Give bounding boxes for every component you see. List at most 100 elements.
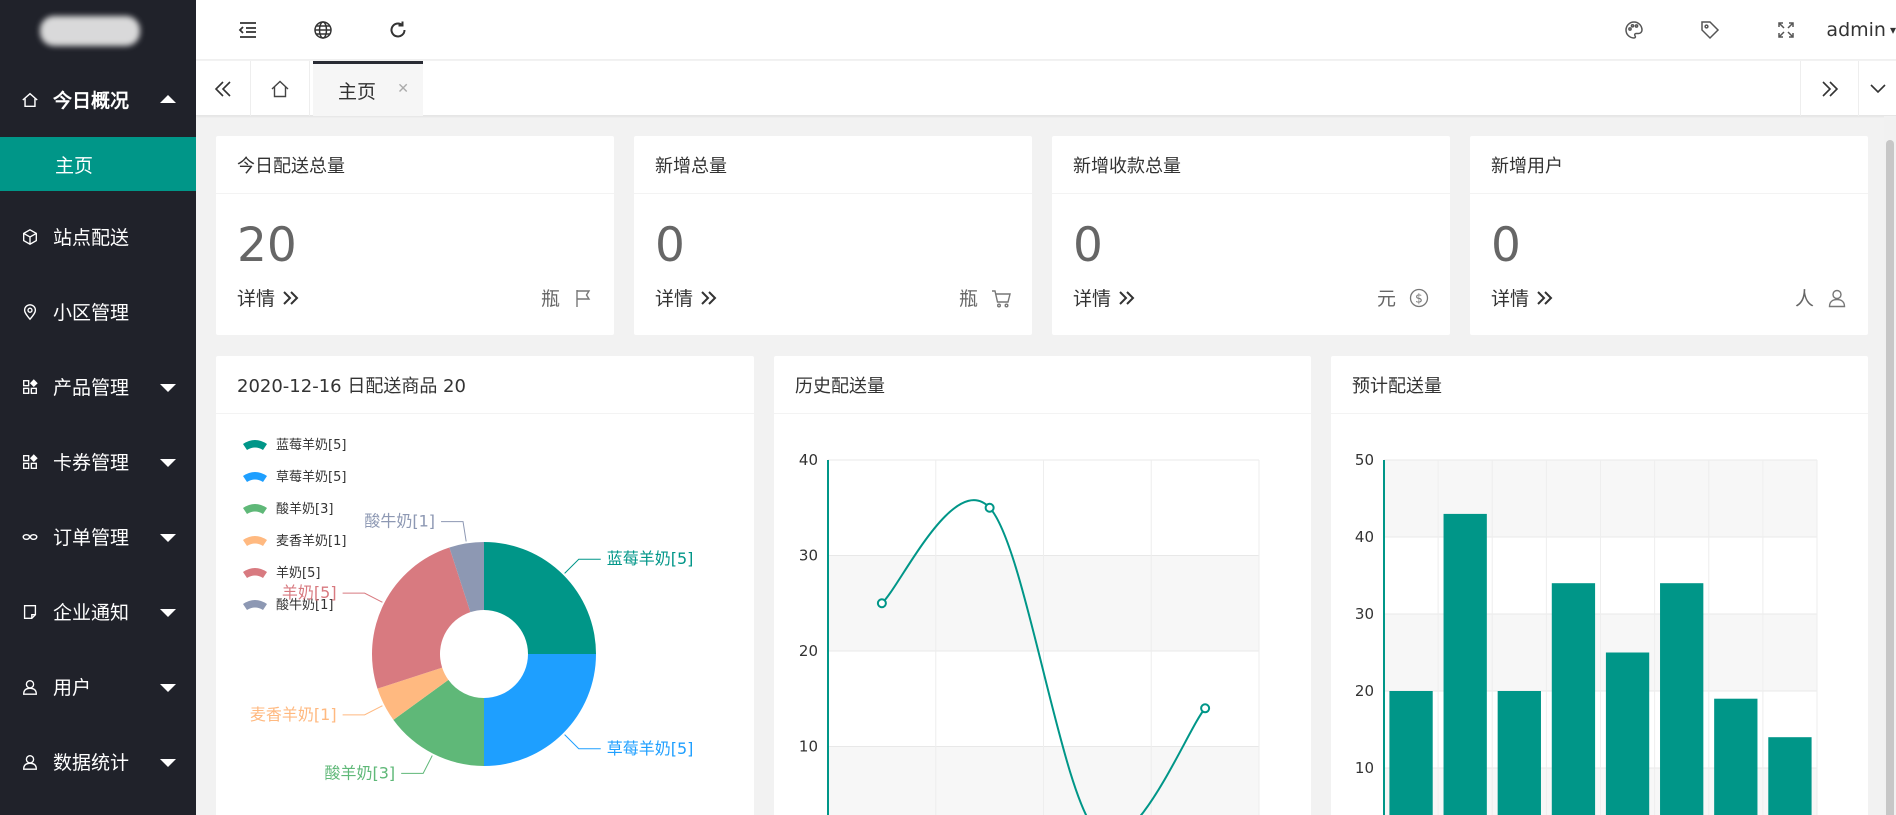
home-icon <box>21 91 39 109</box>
caret-down-icon: ▾ <box>1889 23 1896 37</box>
user-icon <box>21 678 39 696</box>
stat-card-payments: 新增收款总量 0 详情 元 $ <box>1052 136 1450 335</box>
legend-label: 麦香羊奶[1] <box>276 533 346 549</box>
legend-swatch <box>243 536 267 546</box>
palette-icon <box>1625 21 1643 39</box>
double-chevron-right-icon <box>1119 290 1135 305</box>
slice-label: 羊奶[5] <box>282 583 337 602</box>
sidebar-item-home[interactable]: 主页 <box>0 137 196 191</box>
tabs-bar: 主页 ✕ <box>196 61 1896 116</box>
caret-down-icon <box>160 758 176 767</box>
legend-swatch <box>243 472 267 482</box>
tabs-scroll-left-button[interactable] <box>196 61 250 116</box>
app-grid-icon <box>21 378 39 396</box>
sidebar-item-orders[interactable]: 订单管理 <box>0 499 196 574</box>
label-leader <box>441 521 467 542</box>
data-point <box>1200 703 1211 714</box>
legend-item: 羊奶[5] <box>243 565 320 581</box>
double-chevron-right-icon <box>1821 80 1838 97</box>
double-chevron-right-icon <box>283 290 299 305</box>
sidebar-item-label: 用户 <box>53 677 92 699</box>
legend-item: 酸羊奶[3] <box>243 501 333 517</box>
sidebar-item-notices[interactable]: 企业通知 <box>0 574 196 649</box>
logo[interactable] <box>0 0 196 62</box>
legend-label: 酸羊奶[3] <box>276 501 333 517</box>
stat-unit: 瓶 <box>959 284 1012 311</box>
refresh-icon <box>390 21 406 38</box>
detail-label: 详情 <box>237 288 276 310</box>
tag-icon <box>1701 21 1720 40</box>
sidebar-item-label: 今日概况 <box>53 90 130 112</box>
tag-button[interactable] <box>1680 0 1740 60</box>
bar <box>1768 737 1812 815</box>
slice-label: 草莓羊奶[5] <box>607 739 694 758</box>
caret-up-icon <box>160 94 176 103</box>
website-button[interactable] <box>293 0 353 60</box>
tab-home-icon[interactable] <box>250 61 310 116</box>
tab-label: 主页 <box>337 80 376 103</box>
stat-unit: 瓶 <box>541 284 594 311</box>
card-title: 新增总量 <box>634 136 1032 194</box>
y-tick-label: 10 <box>1355 759 1374 777</box>
sidebar-item-community[interactable]: 小区管理 <box>0 274 196 349</box>
card-title: 新增收款总量 <box>1052 136 1450 194</box>
location-icon <box>21 303 39 321</box>
close-icon[interactable]: ✕ <box>397 81 409 97</box>
caret-down-icon <box>160 608 176 617</box>
y-tick-label: 30 <box>799 547 818 565</box>
label-leader <box>342 705 383 716</box>
scrollbar-thumb[interactable] <box>1886 140 1894 815</box>
label-leader <box>564 558 601 574</box>
collapse-menu-button[interactable] <box>218 0 278 60</box>
theme-button[interactable] <box>1604 0 1664 60</box>
card-title: 历史配送量 <box>774 356 1311 414</box>
app-grid-icon <box>21 453 39 471</box>
legend-swatch <box>243 504 267 514</box>
bar <box>1605 652 1650 815</box>
refresh-button[interactable] <box>368 0 428 60</box>
bar <box>1443 513 1487 815</box>
dollar-icon: $ <box>1409 288 1429 307</box>
user-icon <box>21 753 39 771</box>
y-tick-label: 20 <box>1355 682 1374 700</box>
sidebar-item-statistics[interactable]: 数据统计 <box>0 724 196 799</box>
detail-link[interactable]: 详情 <box>1491 284 1556 311</box>
stat-card-new-users: 新增用户 0 详情 人 <box>1470 136 1868 335</box>
page-scrollbar[interactable] <box>1884 116 1896 815</box>
tabs-menu-button[interactable] <box>1858 61 1896 116</box>
legend-item: 麦香羊奶[1] <box>243 533 346 549</box>
logo-image <box>40 16 140 46</box>
top-header: admin ▾ <box>196 0 1896 60</box>
legend-label: 蓝莓羊奶[5] <box>276 437 346 453</box>
detail-link[interactable]: 详情 <box>237 284 302 311</box>
bar-chart-panel: 预计配送量 10 20 30 40 50 <box>1331 356 1868 815</box>
legend-swatch <box>243 568 267 578</box>
username: admin <box>1826 19 1886 41</box>
bar <box>1551 583 1596 815</box>
note-icon <box>21 603 39 621</box>
y-tick-label: 20 <box>799 642 818 660</box>
stat-unit: 人 <box>1795 284 1848 311</box>
detail-link[interactable]: 详情 <box>655 284 720 311</box>
data-point <box>876 598 887 609</box>
sidebar-item-delivery[interactable]: 站点配送 <box>0 199 196 274</box>
legend-label: 羊奶[5] <box>276 565 320 581</box>
legend-item: 蓝莓羊奶[5] <box>243 437 346 453</box>
user-menu[interactable]: admin ▾ <box>1826 0 1896 60</box>
sidebar-item-users[interactable]: 用户 <box>0 649 196 724</box>
sidebar-item-overview[interactable]: 今日概况 <box>0 62 196 137</box>
caret-down-icon <box>160 458 176 467</box>
sidebar-item-products[interactable]: 产品管理 <box>0 349 196 424</box>
sidebar-item-coupons[interactable]: 卡券管理 <box>0 424 196 499</box>
fullscreen-button[interactable] <box>1756 0 1816 60</box>
tab-home[interactable]: 主页 ✕ <box>313 61 423 116</box>
bar <box>1660 583 1704 815</box>
stat-value: 20 <box>237 218 297 273</box>
unit-label: 元 <box>1376 288 1396 310</box>
card-title: 2020-12-16 日配送商品 20 <box>216 356 754 414</box>
sidebar-item-label: 产品管理 <box>53 377 130 399</box>
y-tick-label: 10 <box>799 738 818 756</box>
legend-swatch <box>243 440 267 450</box>
detail-link[interactable]: 详情 <box>1073 284 1138 311</box>
tabs-scroll-right-button[interactable] <box>1800 61 1858 116</box>
